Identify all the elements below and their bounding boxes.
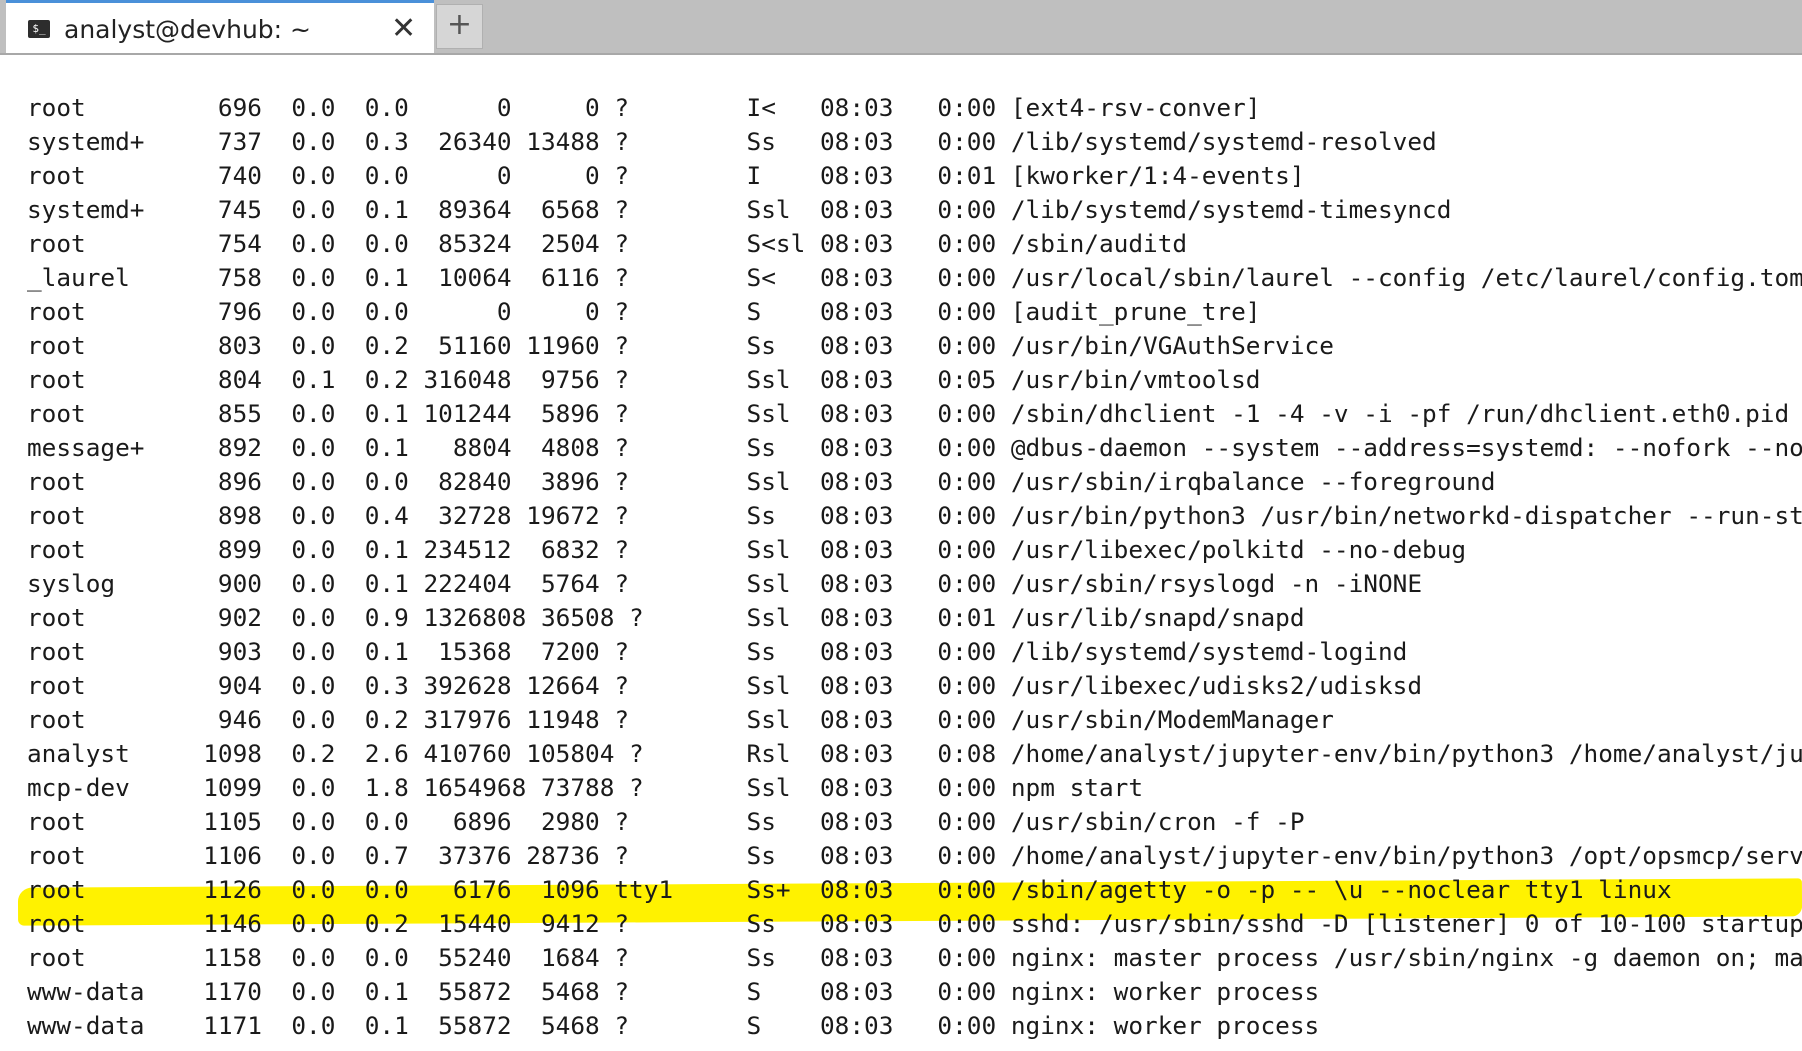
process-row: root 1126 0.0 0.0 6176 1096 tty1 Ss+ 08:…: [27, 875, 1672, 904]
process-row: root 946 0.0 0.2 317976 11948 ? Ssl 08:0…: [27, 705, 1334, 734]
process-row: root 902 0.0 0.9 1326808 36508 ? Ssl 08:…: [27, 603, 1305, 632]
process-row: systemd+ 737 0.0 0.3 26340 13488 ? Ss 08…: [27, 127, 1437, 156]
close-icon[interactable]: ✕: [391, 11, 416, 46]
process-row: root 740 0.0 0.0 0 0 ? I 08:03 0:01 [kwo…: [27, 161, 1305, 190]
process-row: root 804 0.1 0.2 316048 9756 ? Ssl 08:03…: [27, 365, 1261, 394]
new-tab-button[interactable]: +: [436, 4, 483, 49]
process-row: analyst 1098 0.2 2.6 410760 105804 ? Rsl…: [27, 739, 1802, 768]
terminal-icon: $_: [28, 20, 50, 38]
process-row: root 904 0.0 0.3 392628 12664 ? Ssl 08:0…: [27, 671, 1423, 700]
process-row: root 803 0.0 0.2 51160 11960 ? Ss 08:03 …: [27, 331, 1334, 360]
tab-title: analyst@devhub: ~: [64, 15, 311, 44]
process-row: root 696 0.0 0.0 0 0 ? I< 08:03 0:00 [ex…: [27, 93, 1261, 122]
process-row: message+ 892 0.0 0.1 8804 4808 ? Ss 08:0…: [27, 433, 1802, 462]
process-row: root 899 0.0 0.1 234512 6832 ? Ssl 08:03…: [27, 535, 1467, 564]
process-row: _laurel 758 0.0 0.1 10064 6116 ? S< 08:0…: [27, 263, 1802, 292]
process-row: root 1146 0.0 0.2 15440 9412 ? Ss 08:03 …: [27, 909, 1802, 938]
process-list: root 696 0.0 0.0 0 0 ? I< 08:03 0:00 [ex…: [27, 91, 1802, 1043]
process-row: root 1106 0.0 0.7 37376 28736 ? Ss 08:03…: [27, 841, 1802, 870]
tab-bar: $_ analyst@devhub: ~ ✕ +: [0, 0, 1802, 53]
process-row: root 896 0.0 0.0 82840 3896 ? Ssl 08:03 …: [27, 467, 1496, 496]
process-row: systemd+ 745 0.0 0.1 89364 6568 ? Ssl 08…: [27, 195, 1452, 224]
process-row: mcp-dev 1099 0.0 1.8 1654968 73788 ? Ssl…: [27, 773, 1144, 802]
process-row: root 1105 0.0 0.0 6896 2980 ? Ss 08:03 0…: [27, 807, 1305, 836]
process-row: www-data 1170 0.0 0.1 55872 5468 ? S 08:…: [27, 977, 1320, 1006]
process-row: root 898 0.0 0.4 32728 19672 ? Ss 08:03 …: [27, 501, 1802, 530]
process-row: root 1158 0.0 0.0 55240 1684 ? Ss 08:03 …: [27, 943, 1802, 972]
process-row: root 754 0.0 0.0 85324 2504 ? S<sl 08:03…: [27, 229, 1188, 258]
process-row: root 903 0.0 0.1 15368 7200 ? Ss 08:03 0…: [27, 637, 1408, 666]
process-row: root 796 0.0 0.0 0 0 ? S 08:03 0:00 [aud…: [27, 297, 1261, 326]
tab-terminal[interactable]: $_ analyst@devhub: ~ ✕: [6, 0, 434, 53]
process-row: syslog 900 0.0 0.1 222404 5764 ? Ssl 08:…: [27, 569, 1423, 598]
process-row: www-data 1171 0.0 0.1 55872 5468 ? S 08:…: [27, 1011, 1320, 1040]
terminal-output[interactable]: root 696 0.0 0.0 0 0 ? I< 08:03 0:00 [ex…: [0, 55, 1802, 1051]
process-row: root 855 0.0 0.1 101244 5896 ? Ssl 08:03…: [27, 399, 1802, 428]
